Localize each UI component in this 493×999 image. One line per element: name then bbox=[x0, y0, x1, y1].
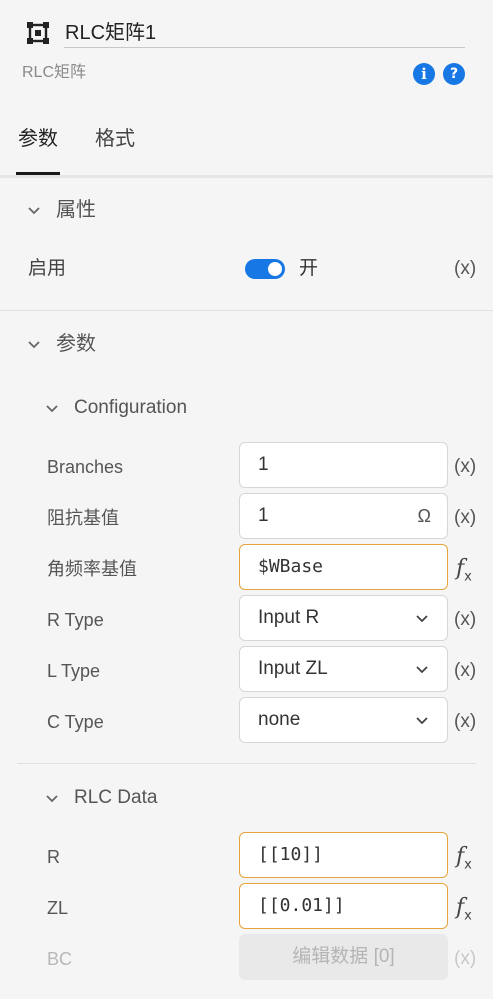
fx-symbol: f bbox=[456, 844, 465, 869]
enable-label: 启用 bbox=[28, 258, 67, 279]
section-divider bbox=[0, 310, 493, 311]
info-icon[interactable]: i bbox=[413, 63, 435, 85]
chevron-down-icon[interactable] bbox=[45, 792, 59, 806]
fx-icon[interactable]: fx bbox=[456, 844, 472, 878]
zl-label: ZL bbox=[47, 898, 69, 918]
impedance-base-variable-button[interactable]: (x) bbox=[454, 505, 476, 531]
fx-sub: x bbox=[464, 857, 472, 873]
l-type-label: L Type bbox=[47, 661, 101, 681]
tab-format[interactable]: 格式 bbox=[95, 124, 135, 154]
tab-divider bbox=[0, 175, 493, 178]
chevron-down-icon[interactable] bbox=[27, 204, 41, 218]
fx-symbol: f bbox=[456, 556, 465, 581]
l-type-variable-button[interactable]: (x) bbox=[454, 658, 476, 684]
group-rlc-data-title[interactable]: RLC Data bbox=[74, 784, 157, 812]
impedance-base-value: 1 bbox=[258, 505, 269, 526]
component-icon bbox=[27, 22, 49, 44]
active-tab-indicator bbox=[16, 172, 60, 175]
component-name-input[interactable]: RLC矩阵1 bbox=[64, 18, 465, 48]
chevron-down-icon[interactable] bbox=[45, 402, 59, 416]
toggle-knob bbox=[268, 262, 282, 276]
c-type-label: C Type bbox=[47, 712, 104, 732]
chevron-down-icon[interactable] bbox=[27, 338, 41, 352]
branches-input[interactable]: 1 bbox=[239, 442, 448, 488]
branches-label: Branches bbox=[47, 457, 124, 477]
fx-sub: x bbox=[464, 569, 472, 585]
tab-params[interactable]: 参数 bbox=[18, 124, 58, 154]
zl-expr-input[interactable]: [[0.01]] bbox=[239, 883, 448, 929]
r-type-select[interactable]: Input R bbox=[239, 595, 448, 641]
r-expr-input[interactable]: [[10]] bbox=[239, 832, 448, 878]
r-label: R bbox=[47, 847, 60, 867]
fx-icon[interactable]: fx bbox=[456, 895, 472, 929]
component-type-label: RLC矩阵 bbox=[22, 64, 87, 81]
impedance-base-input[interactable]: 1 Ω bbox=[239, 493, 448, 539]
c-type-value: none bbox=[258, 709, 301, 730]
ohm-unit: Ω bbox=[417, 506, 431, 526]
fx-sub: x bbox=[464, 908, 472, 924]
bc-edit-data-button: 编辑数据 [0] bbox=[239, 934, 448, 980]
section-properties-title[interactable]: 属性 bbox=[56, 196, 96, 224]
l-type-value: Input ZL bbox=[258, 658, 328, 679]
branches-variable-button[interactable]: (x) bbox=[454, 454, 476, 480]
chevron-down-icon bbox=[416, 666, 428, 674]
group-divider bbox=[17, 763, 476, 764]
help-icon[interactable]: ? bbox=[443, 63, 465, 85]
bc-label: BC bbox=[47, 949, 73, 969]
group-configuration-title[interactable]: Configuration bbox=[74, 394, 187, 422]
r-type-value: Input R bbox=[258, 607, 320, 628]
enable-state-label: 开 bbox=[299, 258, 319, 279]
r-type-variable-button[interactable]: (x) bbox=[454, 607, 476, 633]
c-type-variable-button[interactable]: (x) bbox=[454, 709, 476, 735]
chevron-down-icon bbox=[416, 615, 428, 623]
c-type-select[interactable]: none bbox=[239, 697, 448, 743]
impedance-base-label: 阻抗基值 bbox=[47, 508, 119, 528]
fx-icon[interactable]: fx bbox=[456, 556, 472, 590]
chevron-down-icon bbox=[416, 717, 428, 725]
enable-toggle[interactable] bbox=[245, 259, 285, 279]
angular-freq-base-label: 角频率基值 bbox=[47, 559, 137, 579]
angular-freq-base-expr-input[interactable]: $WBase bbox=[239, 544, 448, 590]
fx-symbol: f bbox=[456, 895, 465, 920]
l-type-select[interactable]: Input ZL bbox=[239, 646, 448, 692]
section-params-title[interactable]: 参数 bbox=[56, 330, 96, 358]
bc-variable-button: (x) bbox=[454, 948, 477, 969]
r-type-label: R Type bbox=[47, 610, 104, 630]
enable-variable-button[interactable]: (x) bbox=[454, 256, 476, 282]
